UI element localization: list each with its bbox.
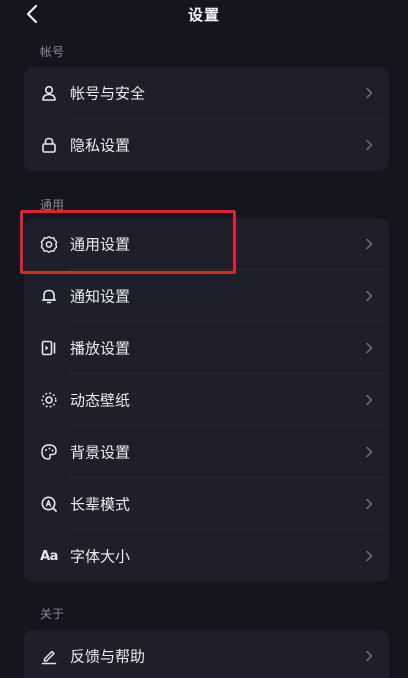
bell-icon bbox=[40, 287, 58, 305]
setting-label: 通用设置 bbox=[70, 235, 131, 254]
lock-icon bbox=[40, 136, 58, 154]
general-group: 通用设置 通知设置 播放设置 动态壁纸 背景设置 长辈模式 Aa 字体大小 bbox=[24, 218, 389, 582]
setting-label: 播放设置 bbox=[70, 339, 131, 358]
setting-item-dynamic-wallpaper[interactable]: 动态壁纸 bbox=[24, 374, 389, 426]
setting-label: 反馈与帮助 bbox=[70, 647, 146, 666]
chevron-right-icon bbox=[365, 550, 373, 562]
setting-item-general-settings[interactable]: 通用设置 bbox=[24, 218, 389, 270]
setting-label: 通知设置 bbox=[70, 287, 131, 306]
setting-item-account-security[interactable]: 帐号与安全 bbox=[24, 67, 389, 119]
chevron-right-icon bbox=[365, 139, 373, 151]
chevron-right-icon bbox=[365, 446, 373, 458]
wallpaper-icon bbox=[40, 391, 58, 409]
setting-label: 字体大小 bbox=[70, 547, 131, 566]
setting-label: 长辈模式 bbox=[70, 495, 131, 514]
user-icon bbox=[40, 84, 58, 102]
setting-item-background-settings[interactable]: 背景设置 bbox=[24, 426, 389, 478]
setting-label: 帐号与安全 bbox=[70, 84, 146, 103]
chevron-right-icon bbox=[365, 238, 373, 250]
gear-icon bbox=[40, 235, 58, 253]
setting-label: 隐私设置 bbox=[70, 136, 131, 155]
chevron-right-icon bbox=[365, 87, 373, 99]
edit-icon bbox=[40, 647, 58, 665]
chevron-right-icon bbox=[365, 498, 373, 510]
chevron-right-icon bbox=[365, 290, 373, 302]
setting-item-notification-settings[interactable]: 通知设置 bbox=[24, 270, 389, 322]
setting-label: 动态壁纸 bbox=[70, 391, 131, 410]
top-bar: 设置 bbox=[0, 0, 408, 30]
account-group: 帐号与安全 隐私设置 bbox=[24, 67, 389, 171]
section-label-account: 帐号 bbox=[40, 45, 65, 59]
setting-item-font-size[interactable]: Aa 字体大小 bbox=[24, 530, 389, 582]
section-label-about: 关于 bbox=[40, 607, 65, 621]
setting-item-feedback-help[interactable]: 反馈与帮助 bbox=[24, 630, 389, 678]
settings-page: 设置 帐号 帐号与安全 隐私设置 通用 通用设置 通知设置 播放设置 动态壁纸 … bbox=[0, 0, 408, 678]
chevron-right-icon bbox=[365, 394, 373, 406]
setting-item-privacy[interactable]: 隐私设置 bbox=[24, 119, 389, 171]
page-title: 设置 bbox=[187, 6, 220, 24]
palette-icon bbox=[40, 443, 58, 461]
section-label-general: 通用 bbox=[40, 198, 65, 212]
chevron-right-icon bbox=[365, 342, 373, 354]
about-group: 反馈与帮助 bbox=[24, 630, 389, 678]
play-settings-icon bbox=[40, 339, 58, 357]
elder-mode-icon bbox=[40, 495, 58, 513]
font-size-icon: Aa bbox=[40, 548, 58, 564]
setting-label: 背景设置 bbox=[70, 443, 131, 462]
setting-item-elder-mode[interactable]: 长辈模式 bbox=[24, 478, 389, 530]
setting-item-playback-settings[interactable]: 播放设置 bbox=[24, 322, 389, 374]
chevron-right-icon bbox=[365, 650, 373, 662]
